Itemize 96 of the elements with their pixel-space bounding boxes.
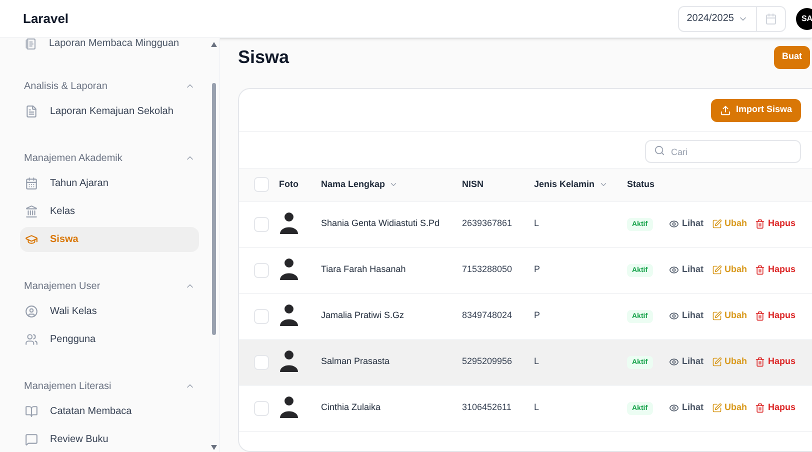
avatar-icon	[279, 350, 299, 374]
row-action-link[interactable]: Lihat	[669, 309, 704, 323]
name-cell: Shania Genta Widiastuti S.Pd	[321, 218, 440, 228]
chat-icon	[25, 433, 38, 446]
sidebar-item[interactable]: Laporan Membaca Mingguan	[49, 38, 180, 50]
gender-cell: P	[534, 310, 540, 320]
trash-icon	[755, 265, 765, 275]
sidebar-item[interactable]: Tahun Ajaran	[20, 171, 199, 196]
row-action-link[interactable]: Hapus	[755, 401, 796, 415]
trash-icon	[755, 219, 765, 229]
avatar-icon	[279, 304, 299, 328]
column-header: Foto	[279, 178, 298, 191]
sidebar-item[interactable]: Catatan Membaca	[20, 399, 199, 424]
sidebar-label: Siswa	[50, 233, 78, 247]
edit-icon	[712, 311, 722, 321]
search-icon	[654, 144, 665, 156]
sidebar-label: Wali Kelas	[50, 305, 97, 319]
row-checkbox[interactable]	[254, 354, 269, 370]
calendar-icon	[25, 177, 38, 190]
avatar-icon	[279, 212, 299, 236]
eye-icon	[669, 311, 679, 321]
scroll-down-icon[interactable]	[211, 445, 217, 450]
sidebar-label: Pengguna	[50, 333, 96, 347]
name-cell: Jamalia Pratiwi S.Gz	[321, 310, 404, 320]
eye-icon	[669, 403, 679, 413]
sidebar-label: Tahun Ajaran	[50, 177, 108, 191]
name-cell: Salman Prasasta	[321, 356, 390, 366]
name-cell: Cinthia Zulaika	[321, 402, 381, 412]
document-icon	[25, 105, 38, 118]
row-checkbox[interactable]	[254, 216, 269, 232]
sidebar-label: Review Buku	[50, 433, 108, 447]
year-select[interactable]: 2024/2025	[678, 6, 786, 32]
column-header: NISN	[462, 178, 484, 191]
sidebar-label: Kelas	[50, 205, 76, 219]
row-action-link[interactable]: Hapus	[755, 217, 796, 231]
row-action-link[interactable]: Lihat	[669, 355, 704, 369]
sidebar-item[interactable]: Review Buku	[20, 427, 199, 452]
gender-cell: L	[534, 356, 540, 366]
column-header[interactable]: Nama Lengkap	[321, 178, 398, 192]
edit-icon	[712, 357, 722, 367]
row-action-link[interactable]: Hapus	[755, 355, 796, 369]
edit-icon	[712, 403, 722, 413]
sidebar-label: Laporan Kemajuan Sekolah	[50, 105, 174, 119]
column-header: Status	[627, 178, 655, 191]
row-checkbox[interactable]	[254, 177, 269, 192]
calendar-icon[interactable]	[765, 12, 777, 24]
nisn-cell: 7153288050	[462, 264, 512, 274]
nisn-cell: 8349748024	[462, 310, 512, 320]
row-action-link[interactable]: Lihat	[669, 263, 704, 277]
gender-cell: P	[534, 264, 540, 274]
sidebar-item[interactable]: Wali Kelas	[20, 299, 199, 324]
sidebar-item[interactable]: Pengguna	[20, 327, 199, 352]
name-cell: Tiara Farah Hasanah	[321, 264, 406, 274]
gender-cell: L	[534, 402, 540, 412]
eye-icon	[669, 219, 679, 229]
row-checkbox[interactable]	[254, 262, 269, 278]
gender-cell: L	[534, 218, 540, 228]
nisn-cell: 2639367861	[462, 218, 512, 228]
column-header[interactable]: Jenis Kelamin	[534, 178, 608, 192]
users-icon	[25, 333, 38, 346]
trash-icon	[755, 403, 765, 413]
eye-icon	[669, 357, 679, 367]
group-heading: Analisis & Laporan	[24, 80, 108, 94]
group-heading: Manajemen Akademik	[24, 152, 122, 166]
notebook-icon	[25, 38, 37, 50]
user-avatar[interactable]: SA	[796, 8, 812, 30]
upload-icon	[720, 104, 731, 116]
row-action-link[interactable]: Lihat	[669, 217, 704, 231]
nisn-cell: 5295209956	[462, 356, 512, 366]
sidebar-item[interactable]: Kelas	[20, 199, 199, 224]
nisn-cell: 3106452611	[462, 402, 512, 412]
graduation-cap-icon	[25, 233, 38, 246]
edit-icon	[712, 265, 722, 275]
app-brand[interactable]: Laravel	[23, 8, 69, 28]
trash-icon	[755, 311, 765, 321]
year-value: 2024/2025	[686, 12, 734, 26]
avatar-icon	[279, 396, 299, 420]
row-action-link[interactable]: Lihat	[669, 401, 704, 415]
page-title: Siswa	[238, 46, 290, 68]
user-circle-icon	[25, 305, 38, 318]
avatar-icon	[279, 258, 299, 282]
building-icon	[25, 205, 38, 218]
group-heading: Manajemen User	[24, 280, 100, 294]
row-action-link[interactable]: Hapus	[755, 309, 796, 323]
row-checkbox[interactable]	[254, 400, 269, 416]
group-heading: Manajemen Literasi	[24, 380, 112, 394]
search-field[interactable]: Cari	[645, 140, 801, 163]
edit-icon	[712, 219, 722, 229]
sidebar-item[interactable]: Laporan Kemajuan Sekolah	[20, 99, 199, 124]
eye-icon	[669, 265, 679, 275]
row-action-link[interactable]: Hapus	[755, 263, 796, 277]
book-icon	[25, 405, 38, 418]
row-checkbox[interactable]	[254, 308, 269, 324]
trash-icon	[755, 357, 765, 367]
scroll-up-icon[interactable]	[211, 42, 217, 47]
sidebar-label: Catatan Membaca	[50, 405, 132, 419]
